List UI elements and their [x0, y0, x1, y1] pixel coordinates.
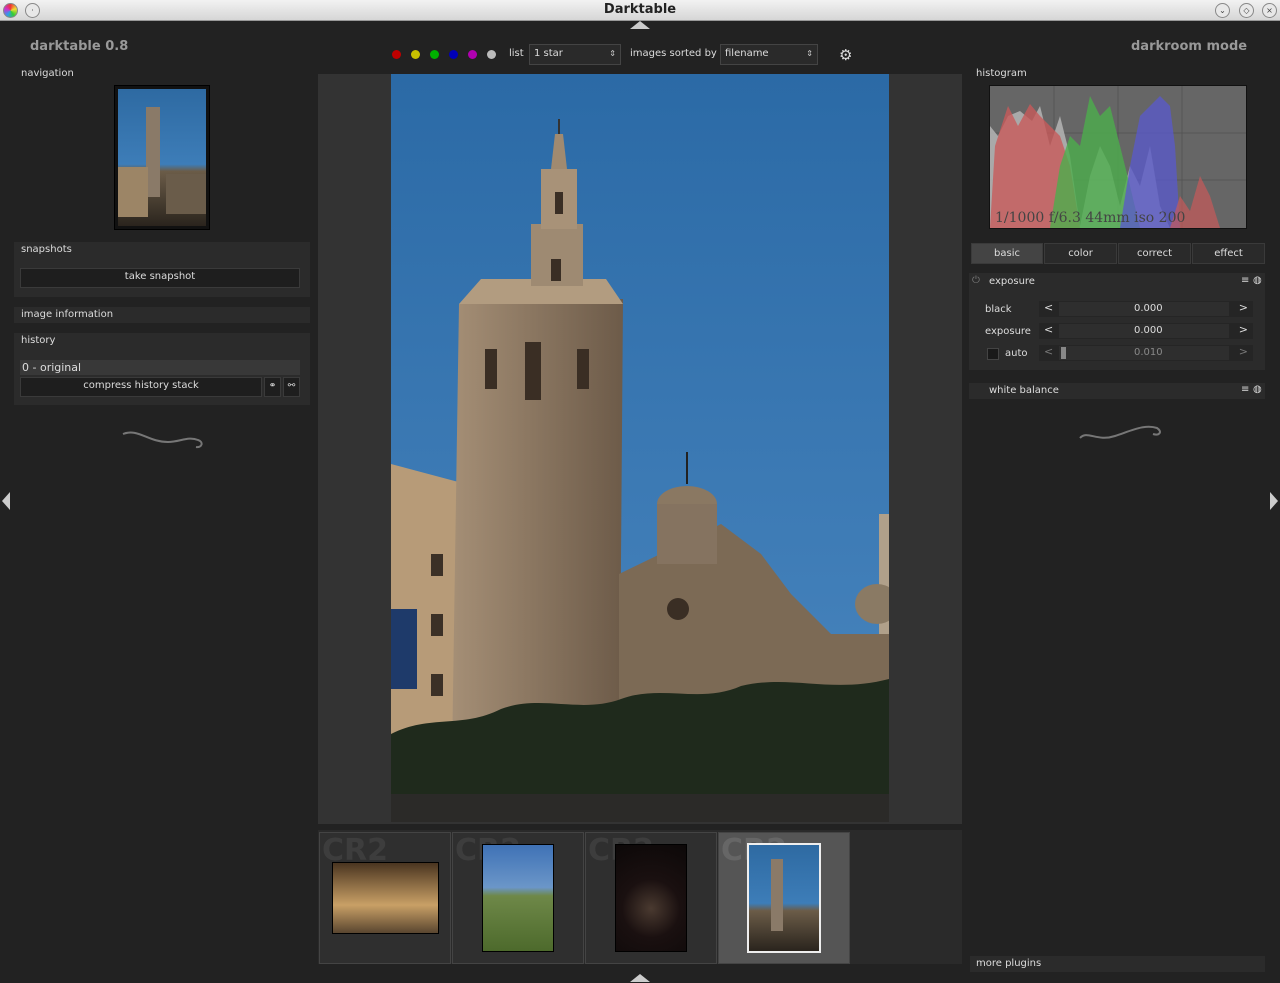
gear-icon[interactable]: ⚙ [839, 46, 852, 64]
right-panel-ornament-icon [1079, 425, 1161, 439]
decrease-icon[interactable]: < [1044, 345, 1053, 358]
image-information-title[interactable]: image information [21, 309, 113, 320]
filmstrip-item[interactable]: CR2 [319, 832, 451, 964]
thumbnail-image [482, 844, 554, 952]
black-label: black [985, 304, 1012, 315]
power-icon[interactable]: ⏻ [972, 275, 980, 286]
mode-title: darkroom mode [1131, 39, 1248, 54]
black-value: 0.000 [1134, 303, 1163, 314]
decrease-icon[interactable]: < [1044, 301, 1053, 314]
collapse-top-arrow-icon[interactable] [630, 21, 650, 29]
filmstrip-item[interactable]: CR2 [452, 832, 584, 964]
navigation-title: navigation [21, 68, 74, 79]
history-item[interactable]: 0 - original [20, 360, 300, 375]
sort-label: images sorted by [630, 48, 717, 59]
color-label-gray-icon[interactable] [487, 50, 496, 59]
exposure-value: 0.000 [1134, 325, 1163, 336]
maximize-icon[interactable]: ◇ [1239, 3, 1254, 18]
tab-color[interactable]: color [1044, 243, 1117, 264]
collapse-left-arrow-icon[interactable] [2, 492, 10, 510]
main-image [391, 74, 889, 822]
tower-shape [771, 859, 783, 931]
more-plugins-title[interactable]: more plugins [976, 958, 1041, 969]
color-label-green-icon[interactable] [430, 50, 439, 59]
presets-menu-icon[interactable]: ≡ [1241, 275, 1249, 286]
auto-slider[interactable]: < 0.010 > [1039, 345, 1253, 361]
histogram-graph [990, 86, 1246, 228]
exposure-slider[interactable]: < 0.000 > [1039, 323, 1253, 339]
auto-value: 0.010 [1134, 347, 1163, 358]
histogram-title: histogram [976, 68, 1027, 79]
increase-icon[interactable]: > [1239, 301, 1248, 314]
snapshots-panel: snapshots take snapshot [14, 242, 310, 297]
close-icon[interactable]: × [1262, 3, 1277, 18]
history-panel: history 0 - original compress history st… [14, 333, 310, 405]
image-information-panel[interactable]: image information [14, 307, 310, 323]
auto-checkbox[interactable] [987, 348, 999, 360]
exposure-module-title[interactable]: exposure [989, 276, 1035, 287]
list-filter-value: 1 star [534, 48, 563, 59]
take-snapshot-button[interactable]: take snapshot [20, 268, 300, 288]
thumbnail-image [332, 862, 439, 934]
tab-effect[interactable]: effect [1192, 243, 1265, 264]
window-title: Darktable [603, 2, 677, 17]
histogram[interactable]: 1/1000 f/6.3 44mm iso 200 [989, 85, 1247, 229]
spin-arrows-icon: ⇕ [609, 49, 616, 58]
building-shape [118, 167, 148, 217]
color-label-yellow-icon[interactable] [411, 50, 420, 59]
sort-value: filename [725, 48, 769, 59]
tab-basic[interactable]: basic [971, 243, 1043, 264]
spin-arrows-icon: ⇕ [806, 49, 813, 58]
cathedral-shape [166, 174, 206, 214]
white-balance-title[interactable]: white balance [989, 385, 1059, 396]
color-label-red-icon[interactable] [392, 50, 401, 59]
reset-icon[interactable]: ◍ [1253, 275, 1262, 286]
history-create-style-icon[interactable]: ⚭ [264, 377, 281, 397]
list-label: list [509, 48, 524, 59]
tab-correct[interactable]: correct [1118, 243, 1191, 264]
center-view[interactable] [318, 74, 962, 824]
list-filter-select[interactable]: 1 star ⇕ [529, 44, 621, 65]
more-plugins-panel[interactable]: more plugins [970, 956, 1265, 972]
thumbnail-image [747, 843, 821, 953]
navigation-thumbnail[interactable] [114, 85, 210, 230]
exposure-module: ⏻ exposure ≡ ◍ black < 0.000 > exposure … [969, 273, 1265, 370]
auto-label: auto [1005, 348, 1028, 359]
thumbnail-image [615, 844, 687, 952]
collapse-right-arrow-icon[interactable] [1270, 492, 1278, 510]
color-label-blue-icon[interactable] [449, 50, 458, 59]
black-slider[interactable]: < 0.000 > [1039, 301, 1253, 317]
left-panel-ornament-icon [122, 431, 203, 449]
tower-shape [146, 107, 160, 197]
filmstrip-item[interactable]: CR2 [585, 832, 717, 964]
filmstrip-item-selected[interactable]: CR2 [718, 832, 850, 964]
snapshots-title[interactable]: snapshots [21, 244, 72, 255]
sort-select[interactable]: filename ⇕ [720, 44, 818, 65]
increase-icon[interactable]: > [1239, 345, 1248, 358]
app-version: darktable 0.8 [30, 39, 129, 54]
auto-slider-handle[interactable] [1061, 347, 1066, 359]
navigation-preview-image [118, 89, 206, 226]
presets-menu-icon[interactable]: ≡ [1241, 384, 1249, 395]
reset-icon[interactable]: ◍ [1253, 384, 1262, 395]
exposure-label: exposure [985, 326, 1031, 337]
white-balance-module[interactable]: white balance ≡ ◍ [969, 383, 1265, 399]
history-apply-style-icon[interactable]: ⚯ [283, 377, 300, 397]
history-title[interactable]: history [21, 335, 55, 346]
collapse-bottom-arrow-icon[interactable] [630, 974, 650, 982]
compress-history-button[interactable]: compress history stack [20, 377, 262, 397]
title-bar: · Darktable ⌄ ◇ × [0, 0, 1280, 21]
color-label-purple-icon[interactable] [468, 50, 477, 59]
increase-icon[interactable]: > [1239, 323, 1248, 336]
decrease-icon[interactable]: < [1044, 323, 1053, 336]
exif-info: 1/1000 f/6.3 44mm iso 200 [995, 210, 1186, 226]
minimize-icon[interactable]: ⌄ [1215, 3, 1230, 18]
